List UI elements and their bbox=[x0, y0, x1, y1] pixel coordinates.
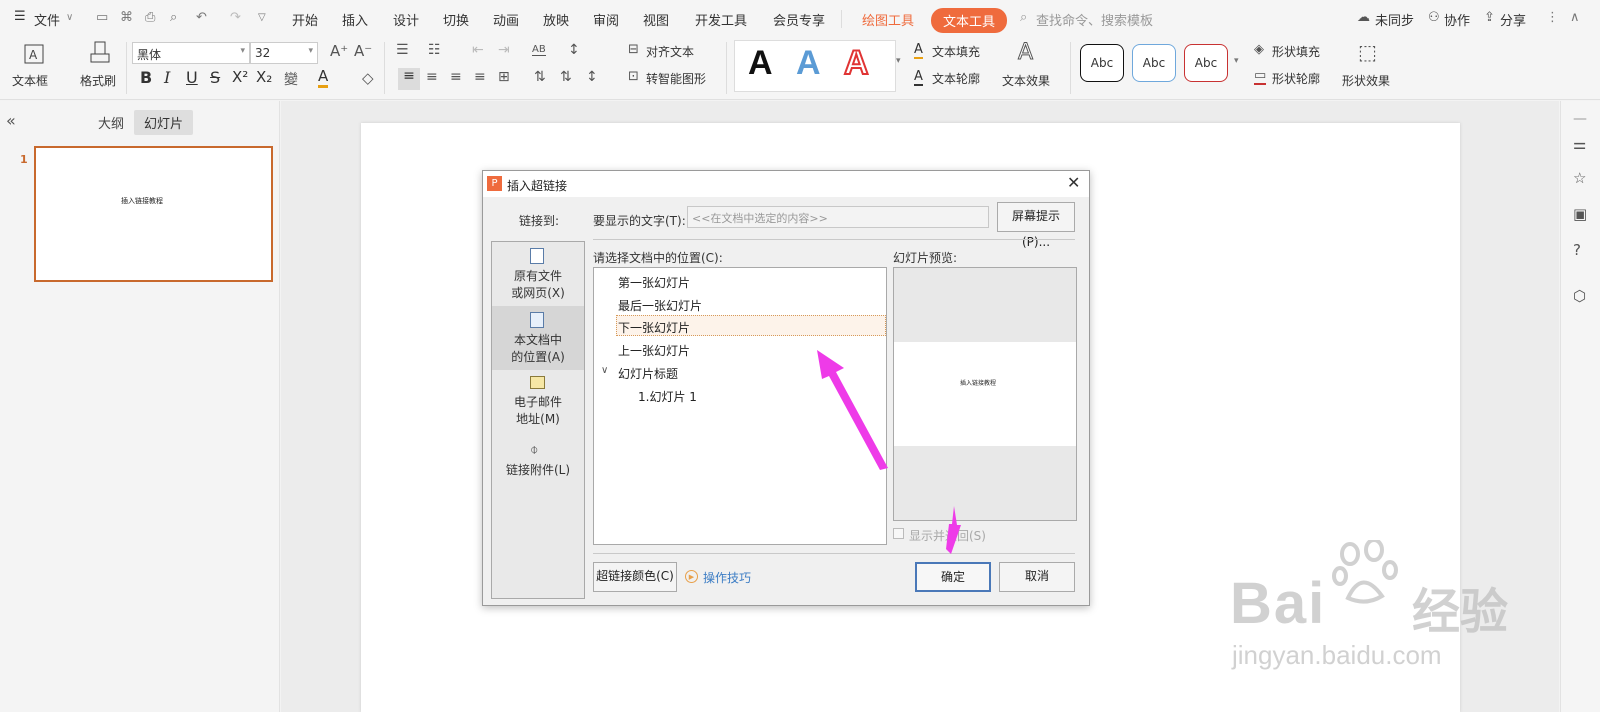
watermark-brand-cn: 经验 bbox=[1412, 586, 1509, 639]
watermark-url: jingyan.baidu.com bbox=[1232, 640, 1442, 670]
paw-logo-icon bbox=[1332, 540, 1402, 606]
arrow-annotation-ok bbox=[946, 506, 961, 554]
arrow-annotation-next-slide bbox=[817, 350, 888, 470]
watermark-brand: Bai bbox=[1230, 571, 1327, 636]
